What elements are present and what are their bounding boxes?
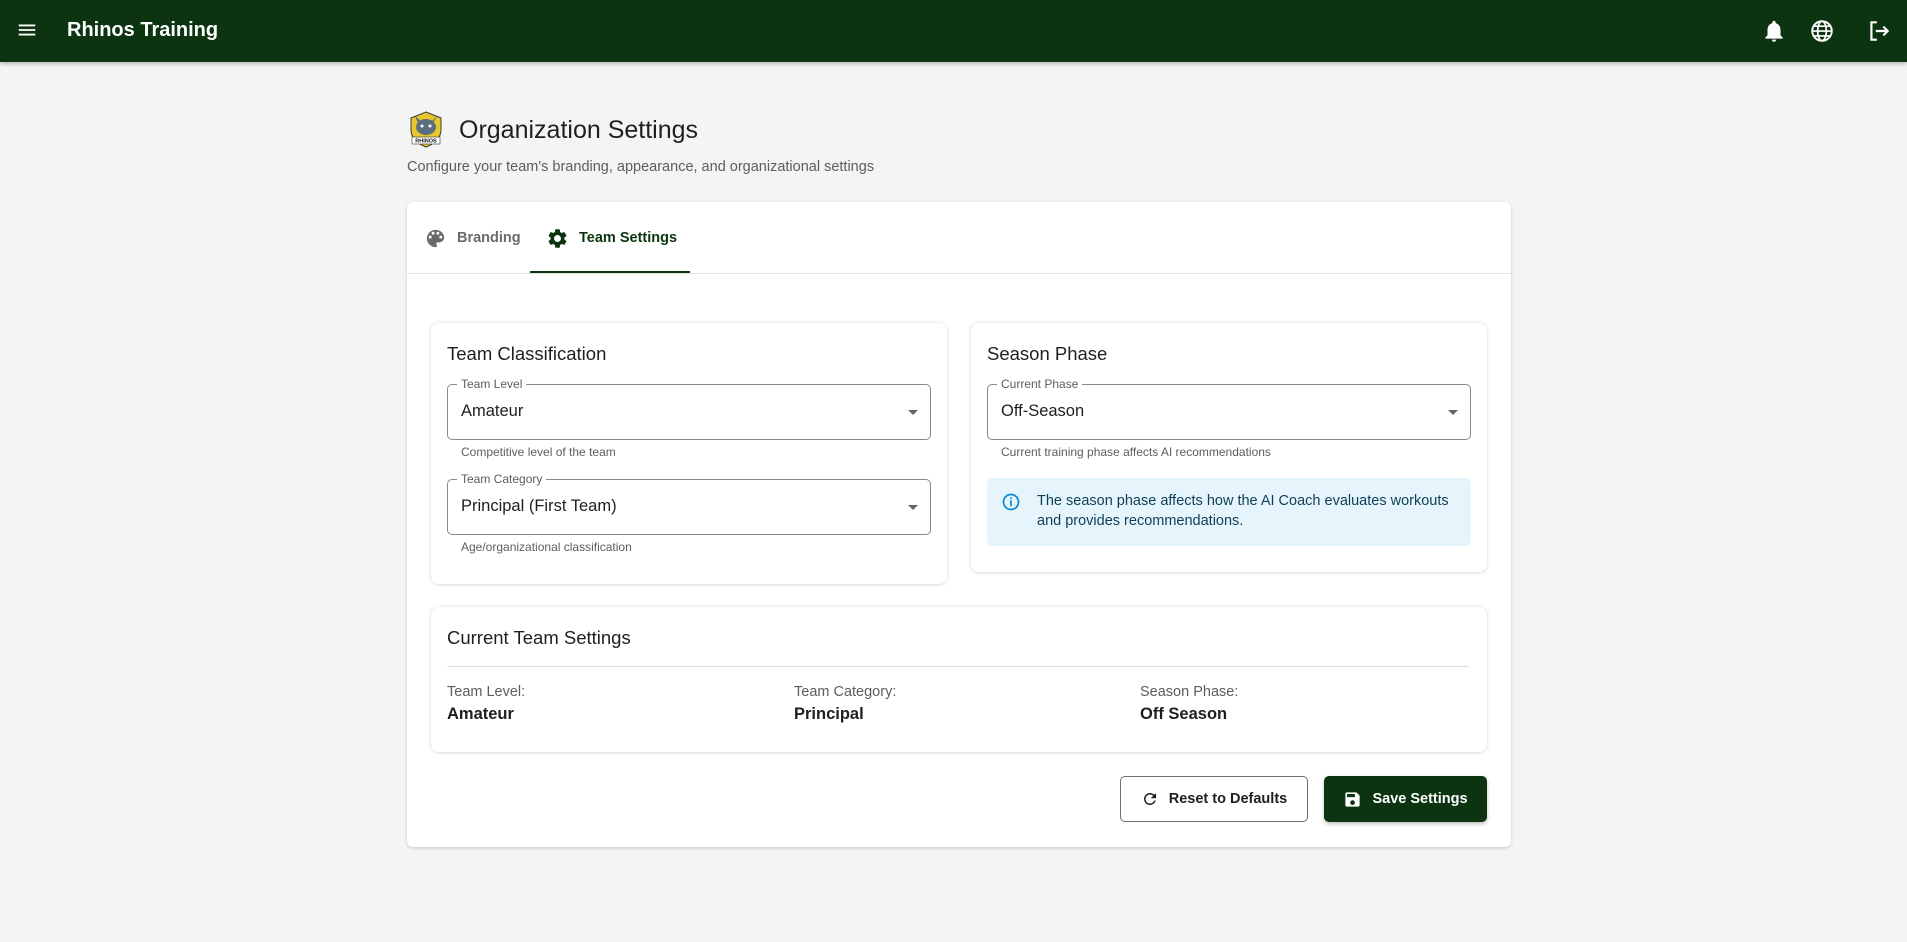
menu-icon[interactable]	[16, 19, 38, 41]
tab-branding-label: Branding	[457, 230, 521, 246]
summary-team-category-value: Principal	[794, 705, 864, 723]
info-alert: The season phase affects how the AI Coac…	[987, 478, 1471, 546]
current-settings-panel: Current Team Settings Team Level: Amateu…	[431, 607, 1487, 752]
divider	[447, 666, 1469, 667]
team-classification-title: Team Classification	[447, 343, 607, 364]
tab-bar: Branding Team Settings	[407, 202, 1511, 274]
summary-team-level-label: Team Level:	[447, 684, 526, 700]
chevron-down-icon	[1448, 410, 1458, 415]
summary-season-phase-value: Off Season	[1140, 705, 1228, 723]
palette-icon	[426, 229, 445, 247]
app-title: Rhinos Training	[67, 19, 219, 41]
team-level-select[interactable]: Team Level Amateur	[447, 377, 931, 440]
logo-text: RHINOS	[415, 139, 437, 145]
settings-card: Branding Team Settings Team Classificati…	[407, 202, 1511, 847]
tab-branding[interactable]: Branding	[424, 202, 521, 274]
season-phase-title: Season Phase	[987, 343, 1108, 364]
team-level-helper: Competitive level of the team	[461, 445, 616, 459]
team-category-select[interactable]: Team Category Principal (First Team)	[447, 472, 931, 535]
active-tab-indicator	[530, 271, 690, 273]
tab-team-settings[interactable]: Team Settings	[546, 202, 677, 274]
season-phase-panel: Season Phase Current Phase Off-Season Cu…	[971, 323, 1487, 572]
chevron-down-icon	[908, 410, 918, 415]
chevron-down-icon	[908, 505, 918, 510]
bell-icon[interactable]	[1761, 18, 1787, 44]
team-category-label: Team Category	[457, 472, 547, 486]
globe-icon[interactable]	[1809, 18, 1835, 44]
save-settings-button[interactable]: Save Settings	[1324, 776, 1487, 822]
info-text: The season phase affects how the AI Coac…	[1037, 493, 1449, 529]
team-logo: RHINOS	[407, 110, 445, 148]
team-classification-panel: Team Classification Team Level Amateur C…	[431, 323, 947, 584]
info-icon	[1002, 493, 1020, 511]
team-category-helper: Age/organizational classification	[461, 540, 632, 554]
current-phase-helper: Current training phase affects AI recomm…	[1001, 445, 1271, 459]
reset-to-defaults-button[interactable]: Reset to Defaults	[1120, 776, 1308, 822]
gear-icon	[548, 228, 567, 248]
team-category-value: Principal (First Team)	[461, 497, 617, 515]
team-level-value: Amateur	[461, 402, 524, 420]
summary-season-phase-label: Season Phase:	[1140, 684, 1239, 700]
reset-label: Reset to Defaults	[1168, 791, 1288, 807]
tab-team-settings-label: Team Settings	[579, 230, 678, 246]
save-label: Save Settings	[1372, 791, 1468, 807]
current-phase-select[interactable]: Current Phase Off-Season	[987, 377, 1471, 440]
current-phase-label: Current Phase	[997, 377, 1083, 391]
app-bar: Rhinos Training	[0, 0, 1907, 62]
current-phase-value: Off-Season	[1001, 402, 1085, 420]
current-settings-title: Current Team Settings	[447, 627, 631, 648]
page-subtitle: Configure your team's branding, appearan…	[407, 159, 875, 175]
team-level-label: Team Level	[457, 377, 527, 391]
save-icon	[1345, 791, 1361, 807]
summary-team-level-value: Amateur	[447, 705, 514, 723]
summary-team-category-label: Team Category:	[794, 684, 897, 700]
logout-icon[interactable]	[1866, 18, 1892, 44]
refresh-icon	[1143, 793, 1156, 805]
page-title: Organization Settings	[459, 116, 699, 144]
